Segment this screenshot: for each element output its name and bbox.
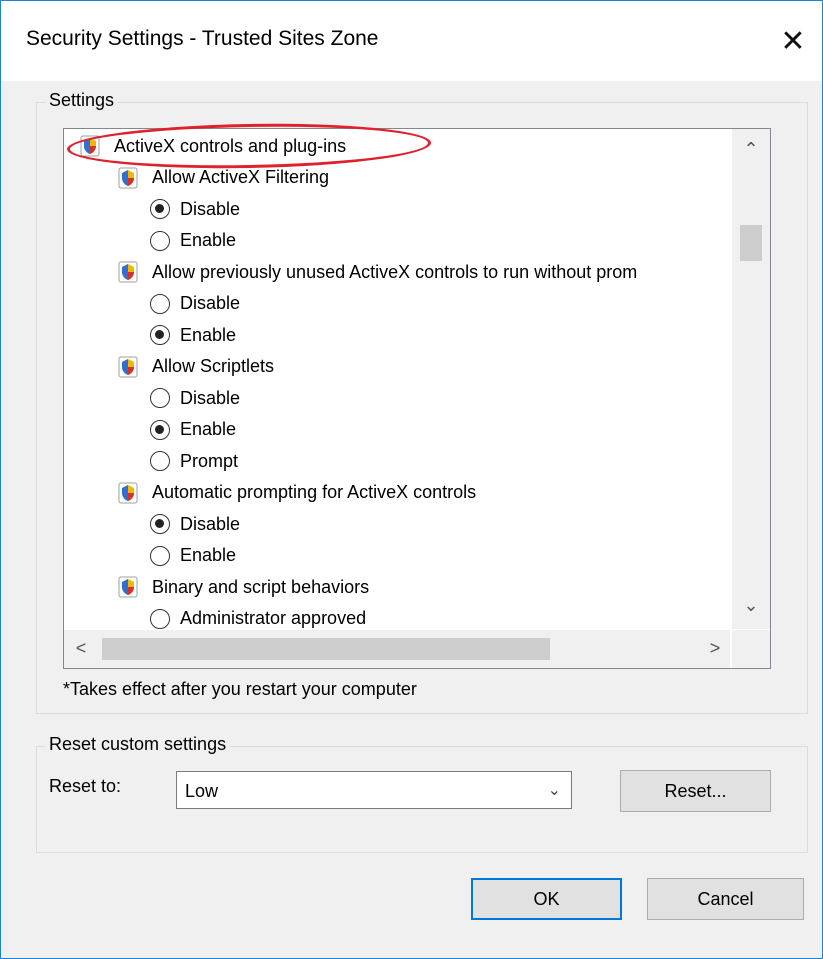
radio-selected-icon[interactable]	[150, 514, 170, 534]
vertical-scroll-thumb[interactable]	[740, 225, 762, 261]
category-activex-controls[interactable]: ActiveX controls and plug-ins	[80, 131, 346, 161]
dialog-title: Security Settings - Trusted Sites Zone	[26, 27, 379, 50]
option-label: Disable	[180, 293, 241, 313]
settings-tree-list[interactable]: ActiveX controls and plug-ins Allow Activ…	[63, 128, 771, 669]
reset-level-dropdown[interactable]: Low ⌄	[176, 771, 572, 809]
scroll-up-arrow-icon[interactable]: ⌃	[732, 139, 770, 160]
option-label: Administrator approved	[180, 608, 367, 628]
cancel-button[interactable]: Cancel	[647, 878, 804, 920]
radio-selected-icon[interactable]	[150, 325, 170, 345]
security-settings-dialog: Security Settings - Trusted Sites Zone ✕…	[0, 0, 823, 959]
horizontal-scrollbar[interactable]: < >	[64, 630, 730, 668]
radio-option[interactable]: Enable	[150, 320, 236, 350]
ok-button[interactable]: OK	[471, 878, 622, 920]
setting-item[interactable]: Automatic prompting for ActiveX controls	[118, 478, 476, 508]
setting-item[interactable]: Binary and script behaviors	[118, 572, 369, 602]
reset-group-label: Reset custom settings	[45, 734, 231, 755]
title-bar: Security Settings - Trusted Sites Zone ✕	[1, 1, 822, 81]
setting-item[interactable]: Allow previously unused ActiveX controls…	[118, 257, 637, 287]
category-label: ActiveX controls and plug-ins	[114, 135, 347, 156]
restart-note: *Takes effect after you restart your com…	[63, 679, 417, 699]
radio-option[interactable]: Disable	[150, 194, 240, 224]
close-icon[interactable]: ✕	[764, 1, 822, 81]
radio-option[interactable]: Enable	[150, 415, 236, 445]
vertical-scrollbar[interactable]: ⌃ ⌄	[732, 129, 770, 629]
option-label: Enable	[180, 419, 237, 439]
security-shield-icon	[80, 135, 100, 157]
radio-unselected-icon[interactable]	[150, 451, 170, 471]
radio-selected-icon[interactable]	[150, 199, 170, 219]
security-shield-icon	[118, 261, 138, 283]
setting-item[interactable]: Allow ActiveX Filtering	[118, 163, 329, 193]
option-label: Enable	[180, 324, 237, 345]
scrollbar-corner	[732, 630, 770, 668]
scroll-left-arrow-icon[interactable]: <	[70, 638, 92, 659]
radio-unselected-icon[interactable]	[150, 608, 170, 629]
security-shield-icon	[118, 356, 138, 378]
radio-option[interactable]: Disable	[150, 289, 240, 319]
security-shield-icon	[118, 576, 138, 598]
security-shield-icon	[118, 482, 138, 504]
radio-unselected-icon[interactable]	[150, 388, 170, 408]
option-label: Enable	[180, 545, 237, 565]
settings-list-viewport: ActiveX controls and plug-ins Allow Activ…	[64, 129, 730, 629]
setting-label: Automatic prompting for ActiveX controls	[152, 482, 477, 502]
radio-option[interactable]: Administrator approved	[150, 604, 366, 630]
reset-level-value: Low	[185, 781, 219, 801]
scroll-down-arrow-icon[interactable]: ⌄	[732, 595, 770, 616]
setting-label: Binary and script behaviors	[152, 576, 370, 597]
chevron-down-icon: ⌄	[547, 782, 561, 799]
option-label: Enable	[180, 230, 237, 250]
option-label: Prompt	[180, 450, 239, 471]
scroll-right-arrow-icon[interactable]: >	[704, 638, 726, 659]
radio-option[interactable]: Enable	[150, 541, 236, 571]
option-label: Disable	[180, 387, 241, 408]
option-label: Disable	[180, 198, 241, 219]
radio-option[interactable]: Prompt	[150, 446, 238, 476]
option-label: Disable	[180, 513, 241, 534]
radio-option[interactable]: Enable	[150, 226, 236, 256]
radio-unselected-icon[interactable]	[150, 293, 170, 314]
setting-item[interactable]: Allow Scriptlets	[118, 352, 274, 382]
setting-label: Allow previously unused ActiveX controls…	[152, 261, 638, 282]
radio-option[interactable]: Disable	[150, 509, 240, 539]
radio-unselected-icon[interactable]	[150, 545, 170, 566]
setting-label: Allow ActiveX Filtering	[152, 167, 330, 187]
radio-unselected-icon[interactable]	[150, 230, 170, 251]
settings-group-label: Settings	[45, 90, 119, 111]
reset-button[interactable]: Reset...	[620, 770, 771, 812]
reset-to-label: Reset to:	[49, 776, 122, 796]
security-shield-icon	[118, 167, 138, 189]
radio-option[interactable]: Disable	[150, 383, 240, 413]
horizontal-scroll-thumb[interactable]	[102, 638, 550, 660]
radio-selected-icon[interactable]	[150, 419, 170, 440]
setting-label: Allow Scriptlets	[152, 356, 275, 376]
